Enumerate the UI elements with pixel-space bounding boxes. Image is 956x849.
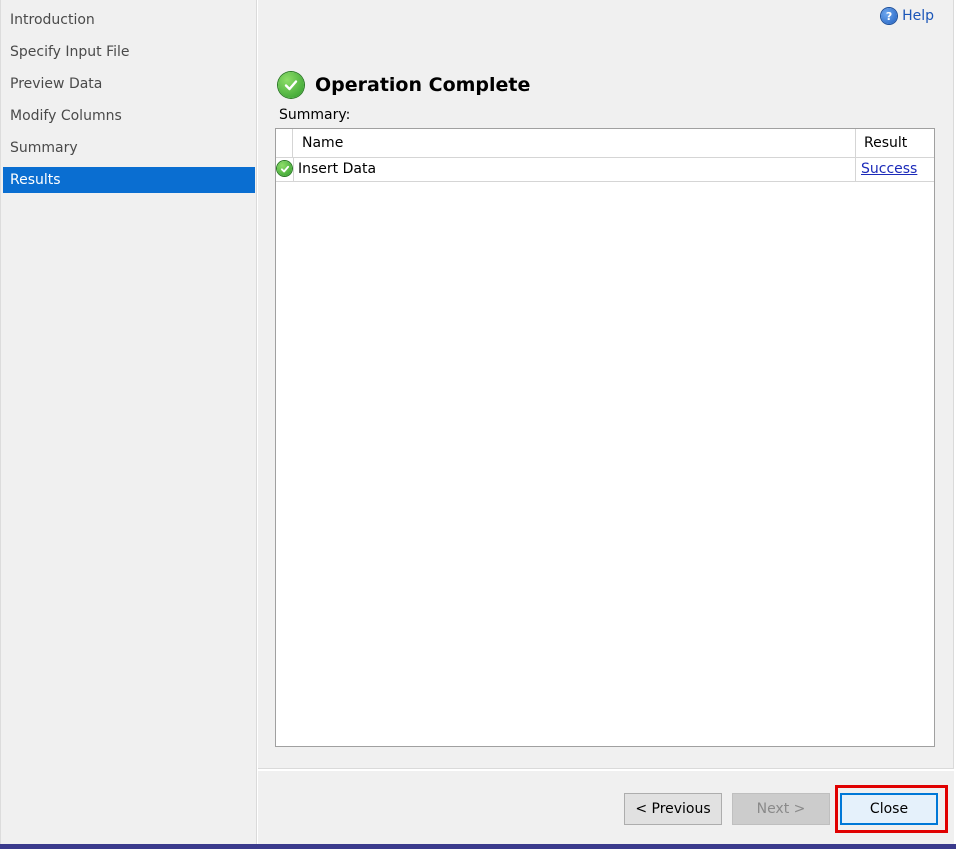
next-button[interactable]: Next > [732, 793, 830, 825]
table-header: Name Result [276, 129, 934, 158]
wizard-sidebar: Introduction Specify Input File Preview … [0, 0, 258, 844]
page-heading: Operation Complete [278, 72, 530, 98]
main-panel: ? Help Operation Complete Summary: Name … [258, 0, 954, 768]
close-button[interactable]: Close [840, 793, 938, 825]
success-check-icon [278, 72, 304, 98]
sidebar-item-introduction[interactable]: Introduction [3, 7, 255, 33]
results-table: Name Result Insert Data Success [275, 128, 935, 747]
page-title: Operation Complete [315, 74, 531, 96]
sidebar-item-results[interactable]: Results [3, 167, 255, 193]
sidebar-item-preview-data[interactable]: Preview Data [3, 71, 255, 97]
table-row[interactable]: Insert Data Success [276, 157, 934, 182]
header-icon-column [276, 129, 293, 157]
sidebar-item-specify-input-file[interactable]: Specify Input File [3, 39, 255, 65]
previous-button[interactable]: < Previous [624, 793, 722, 825]
sidebar-item-modify-columns[interactable]: Modify Columns [3, 103, 255, 129]
sidebar-item-summary[interactable]: Summary [3, 135, 255, 161]
help-link[interactable]: ? Help [881, 8, 934, 24]
row-name-cell: Insert Data [293, 157, 856, 181]
window-bottom-border [0, 844, 956, 849]
success-check-icon [277, 161, 292, 176]
column-header-name[interactable]: Name [293, 129, 856, 157]
column-header-result[interactable]: Result [856, 129, 934, 157]
row-result-cell: Success [856, 157, 934, 181]
help-label: Help [902, 8, 934, 24]
result-success-link[interactable]: Success [861, 161, 917, 177]
wizard-footer: < Previous Next > Close [258, 771, 954, 844]
question-circle-icon: ? [881, 8, 898, 24]
summary-label: Summary: [279, 107, 351, 123]
